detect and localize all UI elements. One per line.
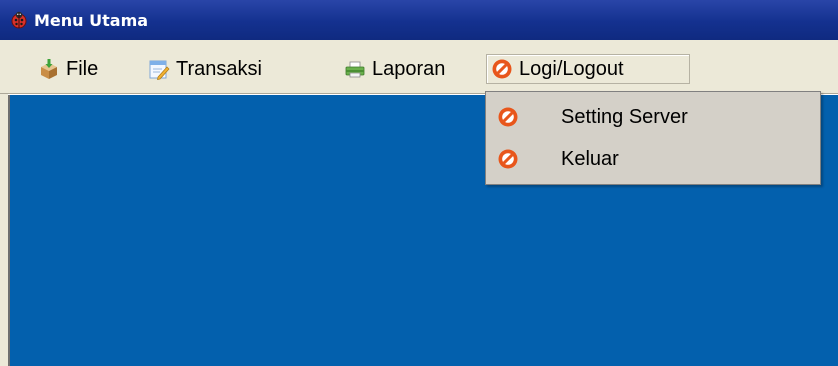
menu-bar: File Transaksi Laporan Logi/Logout: [0, 40, 838, 94]
package-icon: [38, 58, 60, 80]
window-left-border: [0, 94, 8, 366]
menu-transaksi-label: Transaksi: [176, 57, 262, 80]
no-entry-icon: [497, 106, 519, 128]
title-bar[interactable]: Menu Utama: [0, 0, 838, 40]
no-entry-icon: [491, 58, 513, 80]
printer-icon: [344, 58, 366, 80]
menu-laporan[interactable]: Laporan: [340, 54, 451, 84]
edit-document-icon: [148, 58, 170, 80]
menu-item-setting-server[interactable]: Setting Server: [486, 97, 820, 137]
menu-item-setting-server-label: Setting Server: [561, 105, 688, 128]
menu-transaksi[interactable]: Transaksi: [144, 54, 268, 84]
window-title: Menu Utama: [34, 10, 149, 30]
ladybug-icon: [9, 10, 29, 30]
menu-item-keluar[interactable]: Keluar: [486, 139, 820, 179]
main-window: Menu Utama File Transaksi Laporan Logi/L…: [0, 0, 838, 366]
menu-laporan-label: Laporan: [372, 57, 446, 80]
no-entry-icon: [497, 148, 519, 170]
menu-login-logout[interactable]: Logi/Logout: [486, 54, 690, 84]
login-logout-dropdown: Setting Server Keluar: [485, 91, 821, 185]
menu-file[interactable]: File: [34, 54, 104, 84]
menu-file-label: File: [66, 57, 99, 80]
menu-login-logout-label: Logi/Logout: [519, 57, 624, 80]
menu-item-keluar-label: Keluar: [561, 147, 619, 170]
